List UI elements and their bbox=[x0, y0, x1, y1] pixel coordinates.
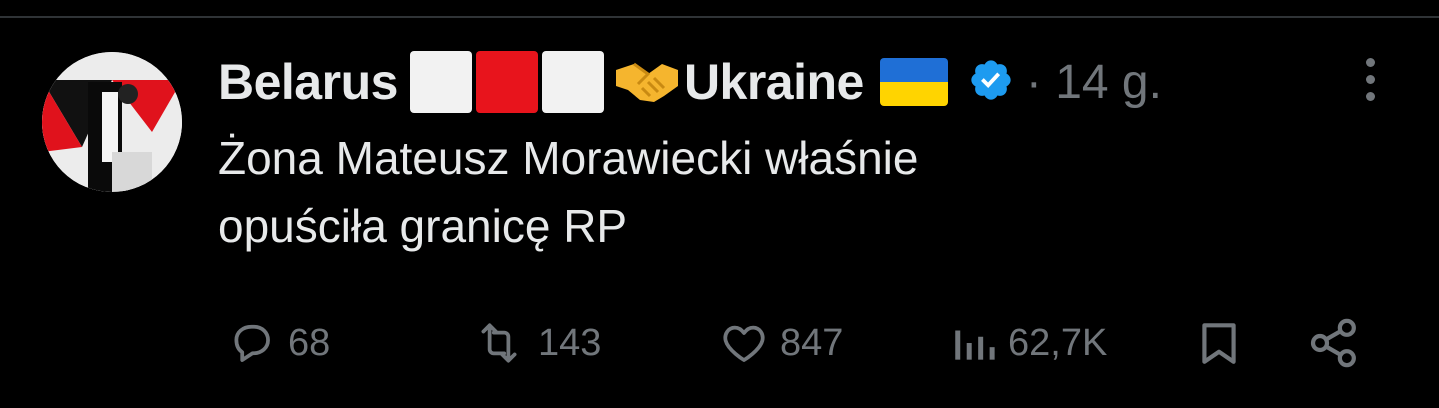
tweet-text-line: Żona Mateusz Morawiecki właśnie bbox=[218, 132, 919, 184]
avatar-image bbox=[42, 52, 182, 192]
more-options-icon[interactable] bbox=[1360, 58, 1380, 108]
ukraine-flag-emoji bbox=[879, 58, 948, 106]
avatar[interactable] bbox=[42, 52, 182, 192]
author-name-suffix[interactable]: Ukraine bbox=[684, 53, 864, 111]
tweet-header: Belarus Ukraine · 14 g. bbox=[218, 50, 1162, 114]
tweet-action-bar: 68 143 847 62,7K bbox=[0, 310, 1439, 376]
flag-red-square bbox=[475, 51, 538, 113]
handshake-emoji bbox=[614, 56, 680, 109]
retweet-icon bbox=[481, 323, 517, 363]
flag-white-square bbox=[541, 51, 604, 113]
top-divider bbox=[0, 16, 1439, 18]
retweet-button[interactable]: 143 bbox=[466, 310, 601, 376]
reply-count: 68 bbox=[288, 321, 331, 364]
bookmark-icon bbox=[1202, 323, 1236, 364]
tweet-text: Żona Mateusz Morawiecki właśnie opuściła… bbox=[218, 124, 1338, 260]
flag-white-square bbox=[409, 51, 472, 113]
reply-icon bbox=[234, 324, 270, 362]
views-bar-chart-icon bbox=[955, 330, 995, 360]
author-name[interactable]: Belarus bbox=[218, 53, 398, 111]
share-button[interactable] bbox=[1306, 310, 1362, 376]
views-button[interactable]: 62,7K bbox=[946, 310, 1107, 376]
verified-badge-icon[interactable] bbox=[968, 57, 1014, 108]
share-icon bbox=[1310, 318, 1356, 368]
reply-button[interactable]: 68 bbox=[222, 310, 330, 376]
tweet-timestamp[interactable]: · 14 g. bbox=[1026, 55, 1162, 110]
tweet-text-line: opuściła granicę RP bbox=[218, 200, 628, 252]
bookmark-button[interactable] bbox=[1194, 310, 1244, 376]
belarus-flag-emoji bbox=[409, 50, 608, 114]
heart-icon bbox=[723, 325, 765, 362]
like-button[interactable]: 847 bbox=[714, 310, 843, 376]
views-count: 62,7K bbox=[1008, 321, 1108, 364]
retweet-count: 143 bbox=[538, 321, 602, 364]
like-count: 847 bbox=[780, 321, 844, 364]
